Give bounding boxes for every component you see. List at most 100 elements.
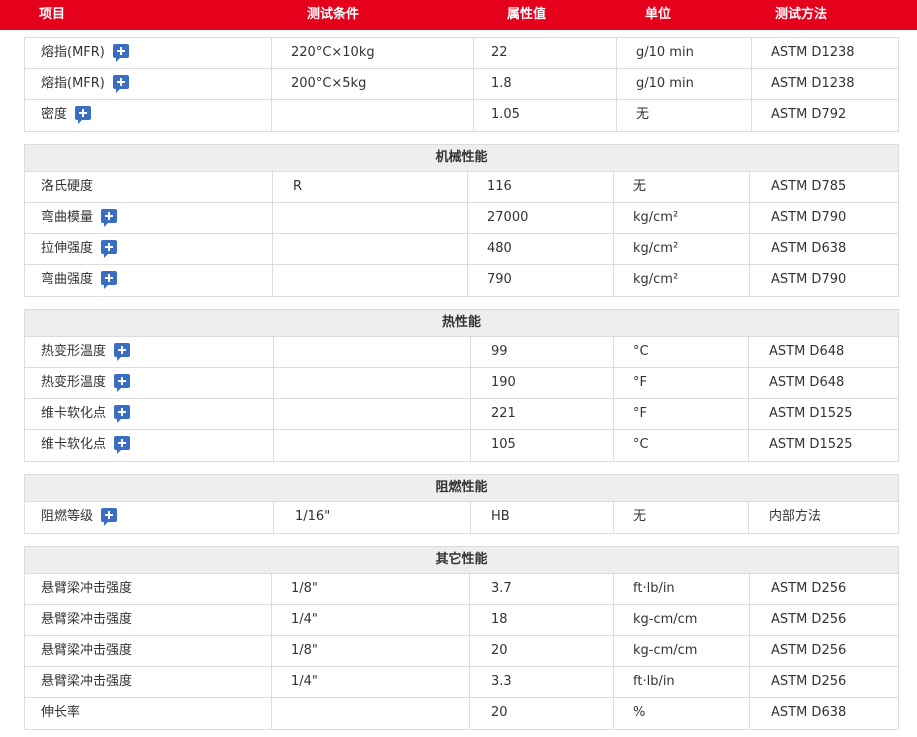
- plus-square-icon[interactable]: [112, 75, 129, 93]
- column-divider: [470, 399, 471, 429]
- plus-square-icon[interactable]: [112, 44, 129, 62]
- cell-value: 190: [491, 368, 516, 398]
- column-divider: [749, 172, 750, 202]
- item-text: 密度: [41, 107, 68, 122]
- unit-text: kg/cm²: [633, 210, 679, 225]
- table-row: 密度 1.05 无 ASTM D792: [25, 100, 898, 131]
- column-divider: [749, 265, 750, 296]
- cell-unit: %: [633, 698, 645, 728]
- item-text: 阻燃等级: [41, 509, 94, 524]
- cell-unit: °F: [633, 368, 647, 398]
- cell-value: 480: [487, 234, 512, 264]
- plus-square-icon[interactable]: [101, 240, 118, 258]
- cell-value: 20: [491, 636, 508, 666]
- value-text: 3.3: [491, 674, 512, 689]
- cell-method: ASTM D1525: [769, 399, 853, 429]
- plus-square-icon[interactable]: [114, 405, 131, 423]
- unit-text: 无: [636, 107, 650, 122]
- method-text: ASTM D648: [769, 375, 845, 390]
- column-divider: [613, 502, 614, 533]
- condition-text: 1/8": [291, 581, 318, 596]
- table-header: 项目 测试条件 属性值 单位 测试方法: [0, 0, 917, 30]
- cell-method: ASTM D785: [771, 172, 846, 202]
- column-divider: [271, 574, 272, 604]
- item-text: 悬臂梁冲击强度: [41, 612, 133, 627]
- cell-item: 熔指(MFR): [41, 69, 129, 99]
- section-3: 阻燃性能 阻燃等级 1/16" HB 无 内部方法: [24, 474, 899, 534]
- column-divider: [613, 636, 614, 666]
- plus-square-icon[interactable]: [101, 271, 118, 289]
- table-row: 悬臂梁冲击强度 1/4" 3.3 ft·lb/in ASTM D256: [25, 667, 898, 698]
- value-text: 3.7: [491, 581, 512, 596]
- cell-value: 3.7: [491, 574, 512, 604]
- column-divider: [272, 172, 273, 202]
- value-text: 20: [491, 705, 508, 720]
- condition-text: 200°C×5kg: [291, 76, 367, 91]
- cell-unit: °C: [633, 430, 649, 460]
- plus-square-icon[interactable]: [101, 508, 118, 526]
- column-divider: [748, 502, 749, 533]
- value-text: 1.05: [491, 107, 520, 122]
- table-row: 维卡软化点 105 °C ASTM D1525: [25, 430, 898, 461]
- plus-square-icon[interactable]: [75, 106, 92, 124]
- cell-method: ASTM D256: [771, 574, 846, 604]
- column-divider: [470, 368, 471, 398]
- table-row: 阻燃等级 1/16" HB 无 内部方法: [25, 502, 898, 533]
- cell-method: ASTM D790: [771, 265, 846, 295]
- table-row: 熔指(MFR) 220°C×10kg 22 g/10 min ASTM D1238: [25, 38, 898, 69]
- unit-text: 无: [633, 179, 647, 194]
- unit-text: 无: [633, 509, 647, 524]
- table-row: 拉伸强度 480 kg/cm² ASTM D638: [25, 234, 898, 265]
- cell-method: 内部方法: [769, 502, 821, 532]
- column-divider: [613, 399, 614, 429]
- column-divider: [616, 69, 617, 99]
- cell-value: 116: [487, 172, 512, 202]
- table-row: 弯曲强度 790 kg/cm² ASTM D790: [25, 265, 898, 296]
- cell-item: 悬臂梁冲击强度: [41, 574, 132, 604]
- column-divider: [469, 605, 470, 635]
- plus-square-icon[interactable]: [101, 209, 118, 227]
- column-divider: [473, 38, 474, 68]
- column-divider: [616, 100, 617, 131]
- method-text: ASTM D256: [771, 612, 847, 627]
- unit-text: °F: [633, 406, 647, 421]
- column-divider: [273, 337, 274, 367]
- value-text: 480: [487, 241, 512, 256]
- table-row: 洛氏硬度 R 116 无 ASTM D785: [25, 172, 898, 203]
- column-divider: [749, 234, 750, 264]
- plus-square-icon[interactable]: [114, 436, 131, 454]
- table-row: 热变形温度 99 °C ASTM D648: [25, 337, 898, 368]
- column-divider: [271, 69, 272, 99]
- column-divider: [467, 234, 468, 264]
- cell-item: 悬臂梁冲击强度: [41, 605, 132, 635]
- column-divider: [613, 368, 614, 398]
- table-row: 伸长率 20% ASTM D638: [25, 698, 898, 729]
- cell-item: 拉伸强度: [41, 234, 118, 264]
- item-text: 弯曲强度: [41, 272, 94, 287]
- cell-method: ASTM D790: [771, 203, 846, 233]
- column-divider: [271, 605, 272, 635]
- section-title: 阻燃性能: [25, 475, 898, 502]
- cell-unit: kg/cm²: [633, 265, 678, 295]
- unit-text: kg/cm²: [633, 272, 679, 287]
- header-value: 属性值: [507, 7, 547, 22]
- method-text: ASTM D256: [771, 643, 847, 658]
- value-text: 105: [491, 437, 516, 452]
- method-text: ASTM D648: [769, 344, 845, 359]
- column-divider: [749, 698, 750, 729]
- method-text: ASTM D1238: [771, 76, 855, 91]
- method-text: ASTM D256: [771, 581, 847, 596]
- value-text: 27000: [487, 210, 529, 225]
- section-title: 热性能: [25, 310, 898, 337]
- plus-square-icon[interactable]: [114, 343, 131, 361]
- cell-item: 悬臂梁冲击强度: [41, 667, 132, 697]
- cell-item: 悬臂梁冲击强度: [41, 636, 132, 666]
- cell-method: ASTM D256: [771, 667, 846, 697]
- cell-unit: 无: [633, 502, 646, 532]
- unit-text: ft·lb/in: [633, 581, 675, 596]
- method-text: ASTM D256: [771, 674, 847, 689]
- column-divider: [271, 38, 272, 68]
- cell-unit: °C: [633, 337, 649, 367]
- value-text: 20: [491, 643, 508, 658]
- plus-square-icon[interactable]: [114, 374, 131, 392]
